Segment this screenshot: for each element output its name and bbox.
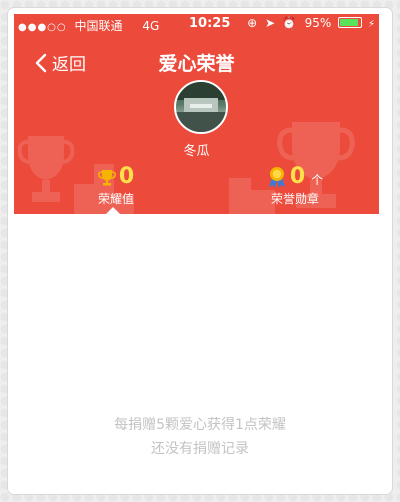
orientation-lock-icon: ⊕ <box>247 16 258 30</box>
stat-badges[interactable]: 0 个 荣誉勋章 <box>250 164 340 207</box>
badges-value: 0 <box>289 164 306 189</box>
honor-value: 0 <box>118 164 135 189</box>
battery-icon <box>338 17 363 28</box>
alarm-icon: ⏰ <box>281 16 297 30</box>
medal-icon <box>268 166 285 188</box>
stat-honor[interactable]: 0 荣耀值 <box>86 164 146 207</box>
status-bar: ●●●○○ 中国联通 4G 10:25 ⊕ ➤ ⏰ 95% ⚡ <box>14 14 379 36</box>
battery-percent: 95% <box>304 16 332 30</box>
avatar[interactable] <box>174 80 228 134</box>
location-icon: ➤ <box>264 16 276 30</box>
carrier-name: 中国联通 <box>74 19 123 33</box>
network-type: 4G <box>142 19 160 33</box>
empty-hint: 每捐赠5颗爱心获得1点荣耀 <box>114 417 286 433</box>
signal-strength: ●●●○○ <box>18 22 67 33</box>
tab-indicator <box>106 207 120 214</box>
badges-unit: 个 <box>311 173 324 187</box>
charging-icon: ⚡ <box>367 19 375 30</box>
username: 冬瓜 <box>183 144 210 159</box>
status-time: 10:25 <box>189 16 231 31</box>
nav-bar: 返回 爱心荣誉 <box>14 44 379 80</box>
honor-label: 荣耀值 <box>97 192 134 206</box>
page-title: 爱心荣誉 <box>158 53 235 75</box>
empty-message: 还没有捐赠记录 <box>151 441 249 457</box>
trophy-icon <box>97 169 116 185</box>
header-panel: ●●●○○ 中国联通 4G 10:25 ⊕ ➤ ⏰ 95% ⚡ 返回 爱心荣誉 <box>14 14 379 214</box>
avatar-photo-icon <box>176 82 226 132</box>
badges-label: 荣誉勋章 <box>270 192 319 206</box>
